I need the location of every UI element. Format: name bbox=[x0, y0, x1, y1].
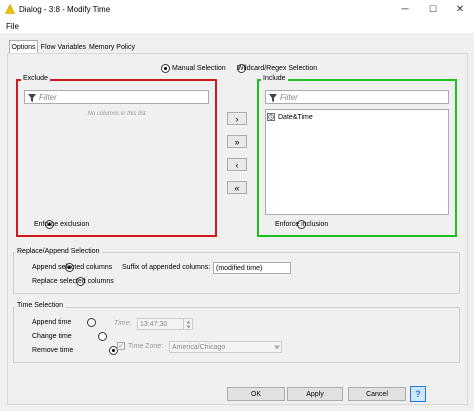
ok-button[interactable]: OK bbox=[227, 387, 285, 401]
wildcard-selection-label: Wildcard/Regex Selection bbox=[237, 65, 318, 72]
move-left-button[interactable]: ‹ bbox=[227, 158, 247, 171]
help-button[interactable]: ? bbox=[410, 386, 426, 402]
enforce-inclusion-label: Enforce inclusion bbox=[275, 221, 329, 228]
cancel-button[interactable]: Cancel bbox=[348, 387, 406, 401]
apply-button[interactable]: Apply bbox=[287, 387, 343, 401]
minimize-button[interactable]: ─ bbox=[391, 0, 419, 19]
timezone-label: Time Zone: bbox=[128, 343, 164, 350]
timezone-select[interactable]: America/Chicago bbox=[169, 341, 282, 353]
replace-columns-label: Replace selected columns bbox=[32, 278, 114, 285]
move-right-button[interactable]: › bbox=[227, 112, 247, 125]
exclude-filter-placeholder: Filter bbox=[39, 93, 57, 102]
list-item[interactable]: Date&Time bbox=[267, 112, 313, 122]
time-selection-group bbox=[13, 307, 460, 363]
time-selection-title: Time Selection bbox=[15, 302, 66, 309]
timezone-checkbox[interactable]: ✓ bbox=[117, 342, 125, 350]
tab-memory-policy[interactable]: Memory Policy bbox=[88, 41, 136, 53]
suffix-input[interactable]: (modified time) bbox=[213, 262, 291, 274]
manual-selection-label: Manual Selection bbox=[172, 65, 226, 72]
spinner-arrows-icon bbox=[186, 320, 191, 329]
menu-bar: File bbox=[0, 19, 474, 33]
replace-append-title: Replace/Append Selection bbox=[15, 248, 102, 255]
timezone-value: America/Chicago bbox=[172, 343, 226, 351]
include-item-label: Date&Time bbox=[278, 113, 313, 121]
tab-options[interactable]: Options bbox=[9, 40, 38, 54]
suffix-label: Suffix of appended columns: bbox=[122, 264, 211, 271]
change-time-label: Change time bbox=[32, 333, 72, 340]
clock-icon bbox=[267, 113, 275, 121]
close-button[interactable]: ✕ bbox=[446, 0, 474, 19]
time-spinner[interactable] bbox=[183, 318, 193, 330]
remove-time-label: Remove time bbox=[32, 347, 74, 354]
include-filter-placeholder: Filter bbox=[280, 93, 298, 102]
funnel-icon bbox=[269, 94, 277, 102]
manual-selection-radio[interactable] bbox=[161, 64, 170, 73]
exclude-empty-text: No columns in this list bbox=[87, 111, 146, 117]
tab-flow-variables[interactable]: Flow Variables bbox=[40, 41, 87, 53]
window-title: Dialog - 3:8 - Modify Time bbox=[19, 5, 111, 14]
time-input[interactable]: 13:47:30 bbox=[137, 318, 184, 330]
append-time-radio[interactable] bbox=[86, 318, 96, 327]
time-label: Time: bbox=[114, 320, 132, 327]
append-time-label: Append time bbox=[32, 319, 72, 326]
append-columns-label: Append selected columns bbox=[32, 264, 113, 271]
menu-file[interactable]: File bbox=[6, 22, 19, 31]
exclude-filter-input[interactable]: Filter bbox=[24, 90, 209, 104]
title-bar: Dialog - 3:8 - Modify Time ─ ☐ ✕ bbox=[0, 0, 474, 19]
chevron-down-icon bbox=[274, 345, 280, 350]
enforce-exclusion-label: Enforce exclusion bbox=[34, 221, 90, 228]
move-all-left-button[interactable]: « bbox=[227, 181, 247, 194]
move-all-right-button[interactable]: » bbox=[227, 135, 247, 148]
funnel-icon bbox=[28, 94, 36, 102]
include-title: Include bbox=[261, 75, 288, 82]
maximize-button[interactable]: ☐ bbox=[419, 0, 447, 19]
include-filter-input[interactable]: Filter bbox=[265, 90, 449, 104]
exclude-title: Exclude bbox=[21, 75, 50, 82]
include-list[interactable]: Date&Time bbox=[265, 109, 449, 215]
knime-warning-icon bbox=[5, 4, 15, 14]
change-time-radio[interactable] bbox=[97, 332, 107, 341]
